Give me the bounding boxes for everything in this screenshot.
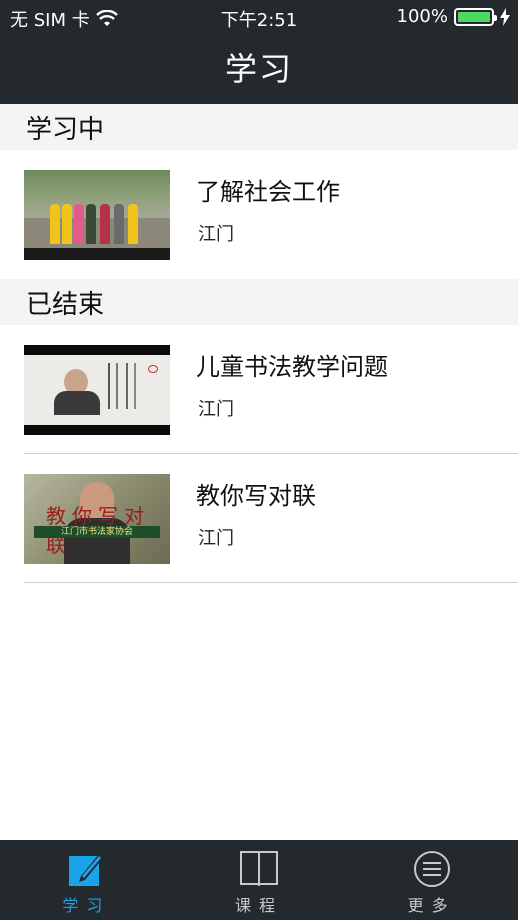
tab-label[interactable]: 学习 — [0, 892, 173, 916]
course-thumbnail[interactable]: 教你写对联 江门市书法家协会 — [24, 474, 170, 564]
course-list: 学习中 了解社会工作 江门 已结束 儿童书法教学问题 江门 教你写对联 江门市书… — [0, 104, 518, 583]
section-header-finished: 已结束 — [0, 279, 518, 325]
tab-label[interactable]: 课程 — [173, 892, 346, 916]
course-title[interactable]: 教你写对联 — [196, 476, 316, 511]
course-title[interactable]: 儿童书法教学问题 — [196, 347, 388, 382]
tab-bar: 学习 课程 更多 — [0, 840, 518, 920]
battery-icon — [454, 7, 497, 26]
course-location: 江门 — [198, 399, 234, 420]
tab-courses[interactable]: 课程 — [173, 840, 346, 920]
battery-group: 100% — [397, 6, 510, 27]
book-icon — [240, 851, 278, 886]
course-title[interactable]: 了解社会工作 — [196, 172, 340, 207]
top-bar: 无 SIM 卡 下午2:51 100% 学习 — [0, 0, 518, 104]
page-title: 学习 — [224, 50, 293, 88]
section-header-in-progress: 学习中 — [0, 104, 518, 150]
pencil-square-icon — [69, 854, 104, 886]
course-item[interactable]: 教你写对联 江门市书法家协会 教你写对联 江门 — [0, 454, 518, 583]
menu-circle-icon — [413, 851, 450, 887]
course-item[interactable]: 儿童书法教学问题 江门 — [0, 325, 518, 454]
course-location: 江门 — [198, 528, 234, 549]
charging-bolt-icon — [500, 7, 510, 26]
course-item[interactable]: 了解社会工作 江门 — [0, 150, 518, 279]
status-bar: 无 SIM 卡 下午2:51 100% — [0, 0, 518, 34]
course-thumbnail[interactable] — [24, 170, 170, 260]
battery-percent: 100% — [396, 6, 448, 27]
row-divider — [24, 582, 518, 583]
tab-more[interactable]: 更多 — [345, 840, 518, 920]
course-location: 江门 — [198, 224, 234, 245]
course-thumbnail[interactable] — [24, 345, 170, 435]
tab-label[interactable]: 更多 — [345, 892, 518, 916]
tab-study[interactable]: 学习 — [0, 840, 173, 920]
